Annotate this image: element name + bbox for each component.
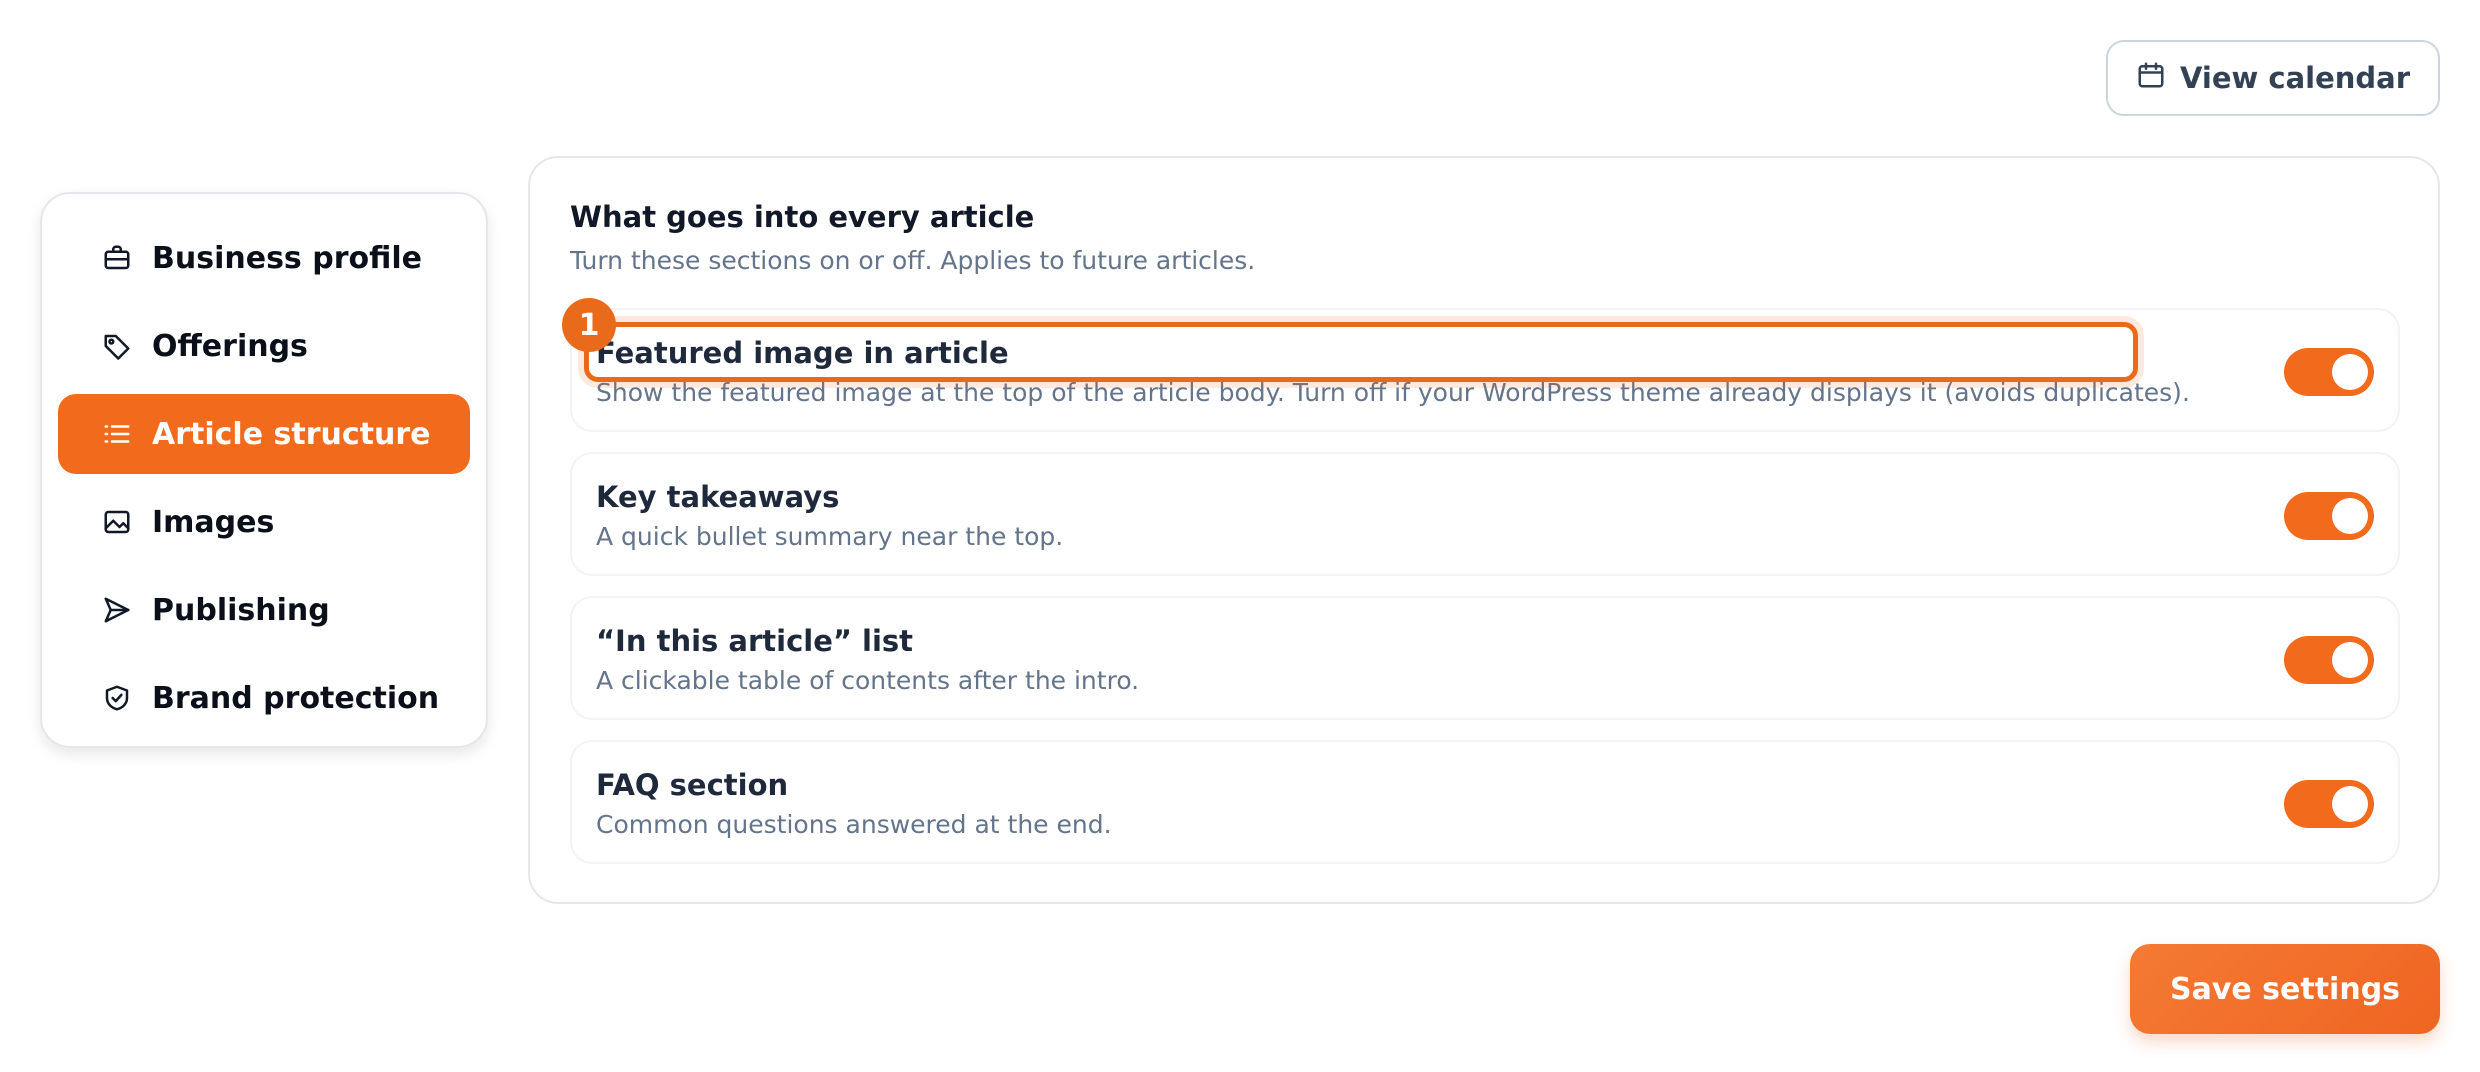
article-structure-card: What goes into every article Turn these … bbox=[528, 156, 2440, 904]
setting-title: “In this article” list bbox=[596, 624, 914, 658]
view-calendar-label: View calendar bbox=[2179, 61, 2411, 95]
sidebar-item-images[interactable]: Images bbox=[58, 482, 470, 562]
toggle-knob bbox=[2332, 354, 2368, 390]
sidebar-item-label: Publishing bbox=[152, 592, 330, 628]
settings-sidebar: Business profile Offerings Article struc… bbox=[40, 192, 488, 748]
featured-image-toggle[interactable] bbox=[2284, 348, 2374, 396]
sidebar-item-brand-protection[interactable]: Brand protection bbox=[58, 658, 470, 738]
setting-title: FAQ section bbox=[596, 768, 789, 802]
section-title: What goes into every article bbox=[570, 200, 1035, 234]
briefcase-icon bbox=[102, 243, 132, 273]
setting-description: Show the featured image at the top of th… bbox=[596, 378, 2190, 407]
toggle-knob bbox=[2332, 786, 2368, 822]
sidebar-item-offerings[interactable]: Offerings bbox=[58, 306, 470, 386]
sidebar-item-label: Brand protection bbox=[152, 680, 440, 716]
list-icon bbox=[102, 419, 132, 449]
save-settings-button[interactable]: Save settings bbox=[2130, 944, 2440, 1034]
toggle-knob bbox=[2332, 498, 2368, 534]
setting-description: Common questions answered at the end. bbox=[596, 810, 1112, 839]
setting-row-in-this-article: “In this article” list A clickable table… bbox=[570, 596, 2400, 720]
sidebar-item-article-structure[interactable]: Article structure bbox=[58, 394, 470, 474]
setting-row-key-takeaways: Key takeaways A quick bullet summary nea… bbox=[570, 452, 2400, 576]
setting-title: Featured image in article bbox=[596, 336, 1009, 370]
sidebar-item-label: Offerings bbox=[152, 328, 308, 364]
setting-title: Key takeaways bbox=[596, 480, 840, 514]
shield-check-icon bbox=[102, 683, 132, 713]
sidebar-item-label: Business profile bbox=[152, 240, 422, 276]
setting-description: A quick bullet summary near the top. bbox=[596, 522, 1064, 551]
faq-toggle[interactable] bbox=[2284, 780, 2374, 828]
annotation-marker: 1 bbox=[562, 298, 616, 352]
key-takeaways-toggle[interactable] bbox=[2284, 492, 2374, 540]
sidebar-item-business-profile[interactable]: Business profile bbox=[58, 218, 470, 298]
send-icon bbox=[102, 595, 132, 625]
setting-description: A clickable table of contents after the … bbox=[596, 666, 1140, 695]
toggle-knob bbox=[2332, 642, 2368, 678]
sidebar-item-label: Images bbox=[152, 504, 275, 540]
tag-icon bbox=[102, 331, 132, 361]
section-subtitle: Turn these sections on or off. Applies t… bbox=[570, 246, 1256, 275]
setting-row-faq: FAQ section Common questions answered at… bbox=[570, 740, 2400, 864]
view-calendar-button[interactable]: View calendar bbox=[2106, 40, 2440, 116]
calendar-icon bbox=[2136, 60, 2166, 97]
in-this-article-toggle[interactable] bbox=[2284, 636, 2374, 684]
setting-row-featured-image: Featured image in article Show the featu… bbox=[570, 308, 2400, 432]
settings-page: View calendar Business profile Offerings bbox=[0, 0, 2480, 1072]
sidebar-item-label: Article structure bbox=[152, 416, 431, 452]
image-icon bbox=[102, 507, 132, 537]
sidebar-item-publishing[interactable]: Publishing bbox=[58, 570, 470, 650]
